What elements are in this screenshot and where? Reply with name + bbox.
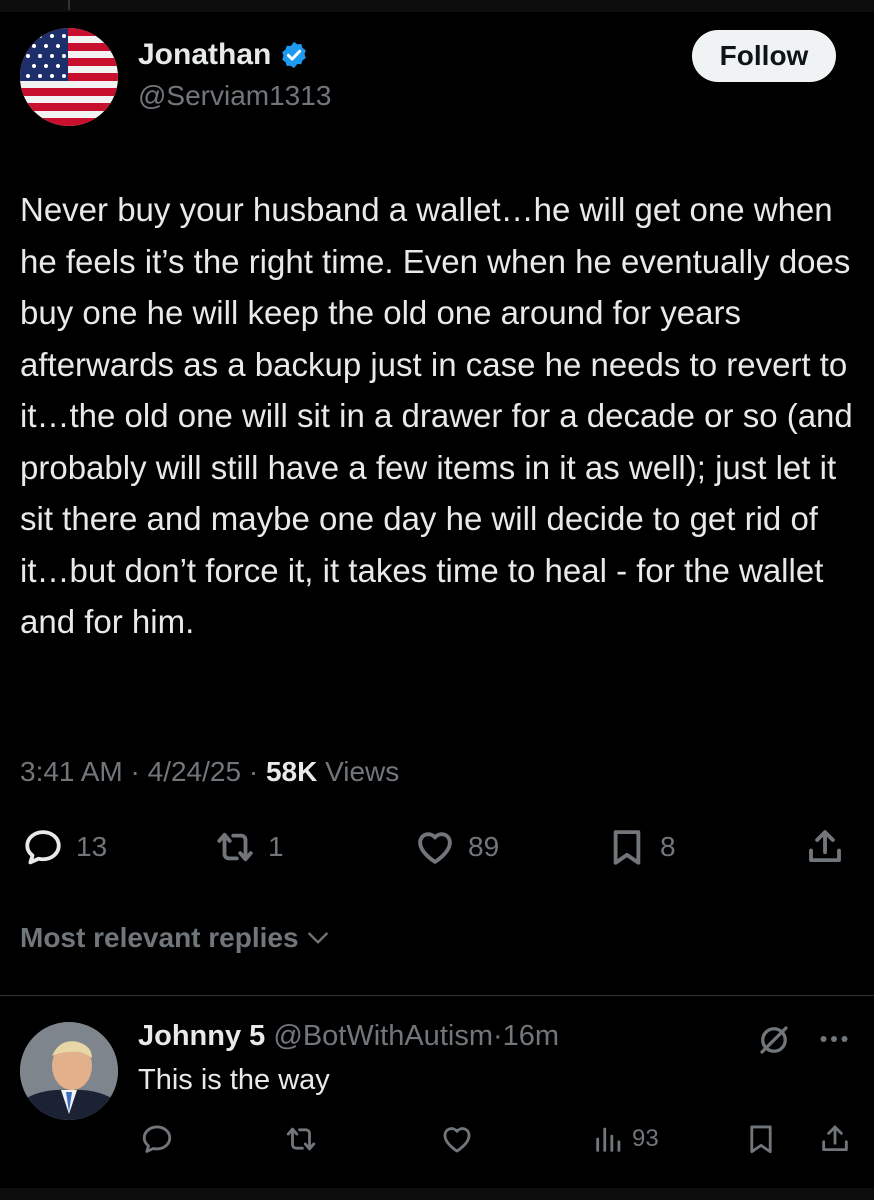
reply-header: Johnny 5 @BotWithAutism·16m	[138, 1020, 559, 1053]
repost-count: 1	[268, 831, 284, 862]
top-edge	[0, 0, 874, 12]
views-icon	[596, 1127, 621, 1152]
meta-separator: ·	[248, 756, 259, 787]
verified-badge-icon	[282, 41, 307, 69]
reply-views-action[interactable]: 93	[592, 1122, 659, 1156]
share-action[interactable]	[804, 826, 846, 868]
like-action[interactable]: 89	[414, 826, 499, 868]
top-edge-tick	[68, 0, 70, 10]
like-count: 89	[468, 831, 500, 862]
author-avatar[interactable]	[20, 28, 118, 126]
reply-reply-action[interactable]	[140, 1122, 174, 1156]
person-avatar-image	[20, 1022, 118, 1120]
tweet-text: Never buy your husband a wallet…he will …	[20, 191, 853, 640]
replies-sort-dropdown[interactable]: Most relevant replies	[20, 922, 331, 954]
mute-icon[interactable]	[756, 1022, 792, 1058]
share-icon	[809, 830, 841, 863]
more-icon[interactable]	[816, 1024, 852, 1054]
reply-author-handle[interactable]: @BotWithAutism	[273, 1020, 493, 1052]
meta-separator: ·	[130, 756, 140, 787]
bookmark-icon	[750, 1125, 772, 1154]
share-icon	[822, 1125, 848, 1152]
author-name-row: Jonathan	[138, 38, 309, 72]
reply-author-name[interactable]: Johnny 5	[138, 1020, 265, 1052]
like-icon	[443, 1127, 471, 1153]
repost-icon	[217, 832, 253, 862]
reply-bookmark-action[interactable]	[744, 1122, 778, 1156]
flag-avatar-image	[20, 28, 118, 126]
reply-icon	[142, 1125, 172, 1153]
repost-icon	[286, 1127, 316, 1151]
reply-action[interactable]: 13	[22, 826, 107, 868]
bookmark-icon	[613, 830, 641, 865]
reply-like-action[interactable]	[440, 1122, 474, 1156]
bookmark-count: 8	[660, 831, 676, 862]
bookmark-action[interactable]: 8	[606, 826, 676, 868]
reply-views-count: 93	[632, 1125, 659, 1152]
views-count: 58K	[265, 756, 318, 787]
author-handle[interactable]: @Serviam1313	[138, 80, 331, 112]
bottom-edge	[0, 1188, 874, 1200]
reply-share-action[interactable]	[818, 1122, 852, 1156]
reply-repost-action[interactable]	[284, 1122, 318, 1156]
section-divider	[0, 995, 874, 996]
reply-separator: ·	[492, 1020, 503, 1052]
tweet-time[interactable]: 3:41 AM	[20, 756, 123, 787]
tweet-meta: 3:41 AM · 4/24/25 · 58K Views	[20, 756, 399, 788]
chevron-down-icon	[307, 932, 328, 944]
tweet-date[interactable]: 4/24/25	[148, 756, 241, 787]
reply-icon	[25, 830, 61, 865]
reply-count: 13	[76, 831, 108, 862]
repost-action[interactable]: 1	[214, 826, 284, 868]
reply-text: This is the way	[138, 1064, 330, 1096]
author-name[interactable]: Jonathan	[138, 38, 271, 72]
views-label: Views	[325, 756, 400, 787]
follow-button[interactable]: Follow	[692, 30, 836, 82]
reply-age[interactable]: 16m	[503, 1020, 559, 1052]
reply-author-avatar[interactable]	[20, 1022, 118, 1120]
replies-sort-label: Most relevant replies	[20, 922, 299, 953]
like-icon	[418, 832, 452, 864]
